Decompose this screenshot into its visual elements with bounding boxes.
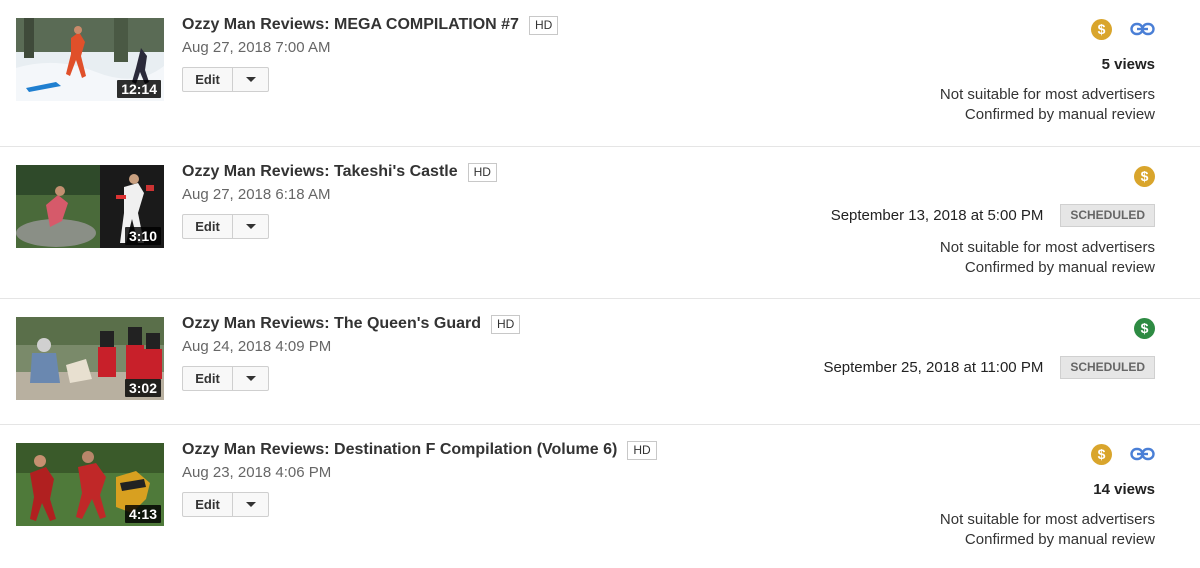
video-row: 3:02 Ozzy Man Reviews: The Queen's Guard… — [0, 299, 1200, 425]
video-status: $ September 25, 2018 at 11:00 PM SCHEDUL… — [823, 316, 1155, 379]
scheduled-date: September 13, 2018 at 5:00 PM — [830, 207, 1044, 224]
video-thumbnail[interactable]: 3:10 — [16, 165, 164, 248]
scheduled-badge: SCHEDULED — [1060, 204, 1155, 227]
edit-button[interactable]: Edit — [183, 215, 233, 238]
ad-suitability[interactable]: Not suitable for most advertisers — [831, 238, 1155, 258]
video-info: Ozzy Man Reviews: Destination F Compilat… — [182, 439, 657, 517]
edit-dropdown-button[interactable] — [233, 68, 268, 91]
edit-dropdown-button[interactable] — [233, 493, 268, 516]
caret-down-icon — [245, 376, 256, 381]
video-status: $ 5 views Not suitable for most advertis… — [940, 17, 1155, 125]
dollar-icon[interactable]: $ — [1091, 443, 1112, 465]
hd-badge: HD — [491, 314, 521, 334]
video-thumbnail[interactable]: 4:13 — [16, 443, 164, 526]
edit-button-group: Edit — [182, 214, 269, 239]
edit-dropdown-button[interactable] — [233, 215, 268, 238]
video-date: Aug 24, 2018 4:09 PM — [182, 338, 332, 355]
video-status: $ 14 views Not suitable for most adverti… — [940, 442, 1155, 550]
video-row: 4:13 Ozzy Man Reviews: Destination F Com… — [0, 425, 1200, 568]
edit-dropdown-button[interactable] — [233, 367, 268, 390]
video-row: 12:14 Ozzy Man Reviews: MEGA COMPILATION… — [0, 0, 1200, 147]
caret-down-icon — [245, 77, 256, 82]
edit-button-group: Edit — [182, 366, 269, 391]
video-list: 12:14 Ozzy Man Reviews: MEGA COMPILATION… — [0, 0, 1200, 568]
scheduled-date: September 25, 2018 at 11:00 PM — [823, 359, 1044, 376]
video-date: Aug 27, 2018 6:18 AM — [182, 186, 331, 203]
caret-down-icon — [245, 224, 256, 229]
video-date: Aug 23, 2018 4:06 PM — [182, 464, 332, 481]
video-date: Aug 27, 2018 7:00 AM — [182, 39, 331, 56]
edit-button-group: Edit — [182, 492, 269, 517]
hd-badge: HD — [627, 440, 657, 460]
video-title[interactable]: Ozzy Man Reviews: The Queen's Guard — [182, 315, 481, 333]
dollar-icon[interactable]: $ — [1091, 18, 1112, 40]
video-title[interactable]: Ozzy Man Reviews: Takeshi's Castle — [182, 163, 458, 181]
video-status: $ September 13, 2018 at 5:00 PM SCHEDULE… — [831, 164, 1155, 278]
video-row: 3:10 Ozzy Man Reviews: Takeshi's Castle … — [0, 147, 1200, 299]
ad-suitability[interactable]: Not suitable for most advertisers — [940, 85, 1155, 105]
video-duration: 3:02 — [124, 379, 161, 397]
dollar-icon[interactable]: $ — [1134, 317, 1155, 339]
ad-review-status: Confirmed by manual review — [964, 106, 1155, 123]
link-icon[interactable] — [1130, 447, 1155, 461]
video-info: Ozzy Man Reviews: MEGA COMPILATION #7 HD… — [182, 14, 559, 92]
video-duration: 4:13 — [124, 505, 161, 523]
view-count: 14 views — [1093, 481, 1155, 498]
ad-suitability[interactable]: Not suitable for most advertisers — [940, 510, 1155, 530]
hd-badge: HD — [528, 15, 559, 35]
scheduled-badge: SCHEDULED — [1060, 356, 1155, 379]
ad-review-status: Confirmed by manual review — [964, 259, 1155, 276]
edit-button[interactable]: Edit — [183, 367, 233, 390]
caret-down-icon — [245, 502, 256, 507]
dollar-icon[interactable]: $ — [1134, 165, 1155, 187]
video-thumbnail[interactable]: 12:14 — [16, 18, 164, 101]
video-thumbnail[interactable]: 3:02 — [16, 317, 164, 400]
edit-button[interactable]: Edit — [183, 68, 233, 91]
video-info: Ozzy Man Reviews: Takeshi's Castle HD Au… — [182, 161, 497, 239]
video-title[interactable]: Ozzy Man Reviews: MEGA COMPILATION #7 — [182, 16, 519, 34]
ad-review-status: Confirmed by manual review — [964, 531, 1155, 548]
video-info: Ozzy Man Reviews: The Queen's Guard HD A… — [182, 313, 521, 391]
video-duration: 3:10 — [124, 227, 161, 245]
link-icon[interactable] — [1130, 22, 1155, 36]
video-title[interactable]: Ozzy Man Reviews: Destination F Compilat… — [182, 441, 617, 459]
hd-badge: HD — [467, 162, 497, 182]
video-duration: 12:14 — [117, 80, 161, 98]
view-count: 5 views — [1101, 56, 1155, 73]
edit-button[interactable]: Edit — [183, 493, 233, 516]
edit-button-group: Edit — [182, 67, 269, 92]
